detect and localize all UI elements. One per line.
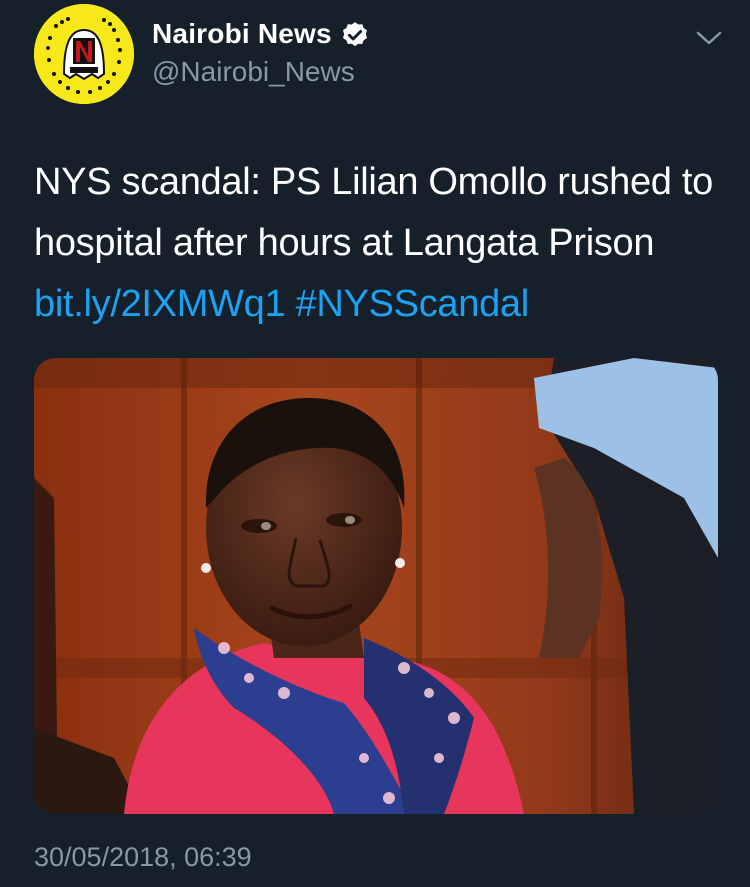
tweet-text: NYS scandal: PS Lilian Omollo rushed to …: [34, 152, 724, 335]
tweet-link[interactable]: bit.ly/2IXMWq1: [34, 283, 286, 325]
tweet-hashtag[interactable]: #NYSScandal: [296, 283, 530, 325]
tweet-body-text: NYS scandal: PS Lilian Omollo rushed to …: [34, 161, 713, 264]
avatar[interactable]: [34, 4, 134, 104]
photo-woman-in-courtroom: [34, 358, 718, 814]
chevron-down-icon[interactable]: [694, 28, 724, 48]
tweet-card: Nairobi News @Nairobi_News NYS scandal: …: [0, 0, 750, 887]
author-display-name[interactable]: Nairobi News: [152, 18, 332, 50]
tweet-timestamp: 30/05/2018, 06:39: [34, 842, 252, 872]
author-handle[interactable]: @Nairobi_News: [152, 56, 355, 88]
verified-badge-icon: [342, 22, 367, 47]
tweet-photo[interactable]: [34, 358, 718, 814]
snapcode-logo-icon: [34, 4, 134, 104]
author-name-row[interactable]: Nairobi News: [152, 18, 370, 50]
